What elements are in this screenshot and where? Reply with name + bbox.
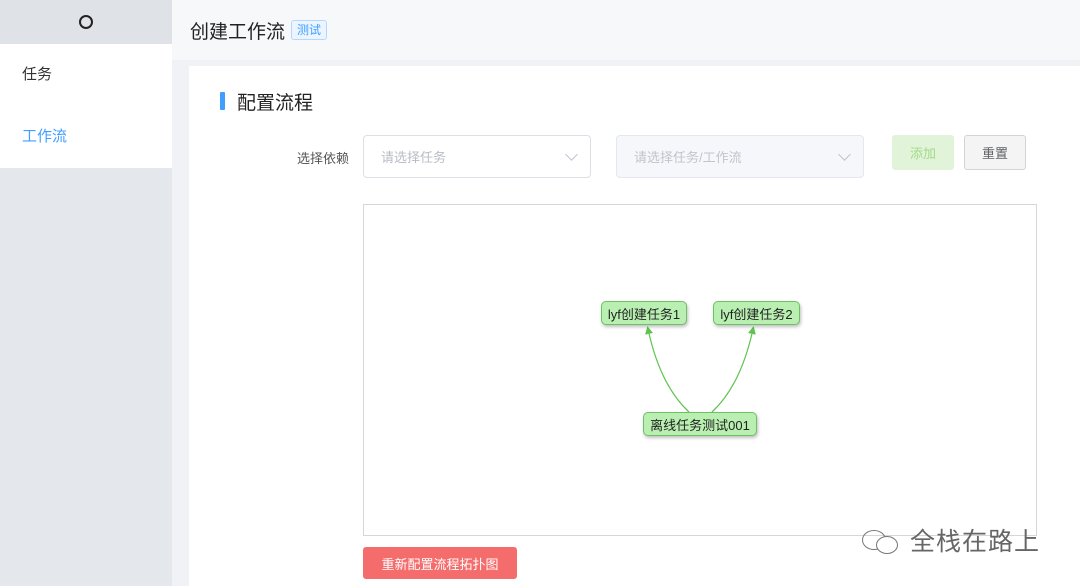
chevron-down-icon bbox=[565, 148, 578, 161]
section-title: 配置流程 bbox=[220, 90, 314, 114]
chevron-down-icon bbox=[838, 148, 851, 161]
section-title-text: 配置流程 bbox=[237, 92, 314, 114]
graph-node[interactable]: 离线任务测试001 bbox=[643, 412, 757, 436]
workflow-graph[interactable]: lyf创建任务1 lyf创建任务2 离线任务测试001 bbox=[363, 204, 1037, 536]
graph-edge bbox=[645, 326, 690, 413]
ring-icon bbox=[79, 15, 93, 29]
task-select[interactable]: 请选择任务 bbox=[363, 135, 591, 178]
add-button[interactable]: 添加 bbox=[892, 135, 954, 170]
sidebar-header bbox=[0, 0, 172, 44]
wechat-icon bbox=[862, 526, 902, 554]
watermark: 全栈在路上 bbox=[862, 522, 1040, 558]
dependency-label: 选择依赖 bbox=[297, 151, 350, 166]
task-select-placeholder: 请选择任务 bbox=[381, 150, 447, 165]
env-tag: 测试 bbox=[291, 20, 328, 40]
watermark-text: 全栈在路上 bbox=[910, 528, 1041, 556]
graph-node[interactable]: lyf创建任务2 bbox=[713, 301, 800, 325]
sidebar: 任务 工作流 bbox=[0, 0, 172, 586]
sidebar-item-tasks[interactable]: 任务 bbox=[0, 44, 172, 106]
sidebar-menu: 任务 工作流 bbox=[0, 44, 172, 168]
regenerate-topology-button[interactable]: 重新配置流程拓扑图 bbox=[363, 547, 517, 579]
reset-button[interactable]: 重置 bbox=[964, 135, 1026, 170]
target-select-placeholder: 请选择任务/工作流 bbox=[634, 150, 742, 165]
graph-edge bbox=[711, 326, 756, 413]
graph-node[interactable]: lyf创建任务1 bbox=[601, 301, 687, 325]
main-card: 配置流程 选择依赖 请选择任务 请选择任务/工作流 添加 重置 lyf创建任务1… bbox=[189, 66, 1080, 586]
graph-edges bbox=[645, 326, 756, 413]
sidebar-item-workflow[interactable]: 工作流 bbox=[0, 106, 172, 168]
target-select[interactable]: 请选择任务/工作流 bbox=[616, 135, 864, 178]
section-accent-bar bbox=[220, 92, 225, 110]
page-title: 创建工作流 bbox=[190, 21, 286, 43]
page-header: 创建工作流 测试 bbox=[172, 0, 1080, 60]
